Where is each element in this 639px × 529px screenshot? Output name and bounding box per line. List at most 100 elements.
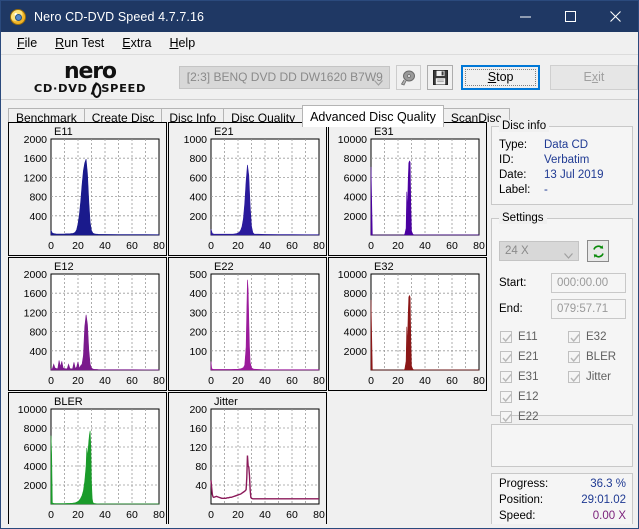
- disc-info-value-type: Data CD: [544, 139, 589, 151]
- disc-info-value-date: 13 Jul 2019: [544, 169, 604, 181]
- checkbox-bler-label: BLER: [586, 351, 617, 363]
- svg-text:0: 0: [368, 240, 374, 252]
- svg-text:6000: 6000: [344, 172, 368, 184]
- settings-group: Settings 24 X Start: 000:00.00 End: 079:…: [491, 212, 633, 423]
- settings-legend: Settings: [499, 212, 547, 224]
- close-icon[interactable]: [593, 1, 638, 32]
- checkmark-icon: [568, 331, 580, 343]
- svg-text:60: 60: [126, 240, 138, 252]
- menu-item-extra[interactable]: Extra: [113, 33, 160, 53]
- nero-disc-icon: [10, 8, 26, 25]
- svg-text:1600: 1600: [24, 288, 48, 300]
- start-label: Start:: [499, 277, 527, 289]
- disc-info-legend: Disc info: [499, 120, 550, 132]
- svg-text:40: 40: [259, 509, 271, 521]
- svg-text:80: 80: [313, 509, 325, 521]
- svg-text:1000: 1000: [184, 134, 208, 146]
- svg-text:400: 400: [29, 346, 47, 358]
- chart-e21[interactable]: 200 400 600 800 1000 0 20 40 60 80 E21: [168, 122, 327, 256]
- chart-e11[interactable]: 400 800 1200 1600 2000 0 20 40 60 80 E11: [8, 122, 167, 256]
- svg-text:1200: 1200: [24, 307, 48, 319]
- svg-text:10000: 10000: [338, 134, 367, 146]
- svg-text:20: 20: [392, 240, 404, 252]
- focus-outline: [465, 68, 536, 86]
- svg-text:60: 60: [446, 375, 458, 387]
- svg-text:80: 80: [153, 509, 165, 521]
- svg-text:40: 40: [99, 509, 111, 521]
- svg-text:8000: 8000: [24, 423, 48, 435]
- tab-advanced-disc-quality[interactable]: Advanced Disc Quality: [302, 105, 444, 127]
- checkbox-e32[interactable]: E32: [568, 331, 606, 343]
- chart-e22[interactable]: 100 200 300 400 500 0 20 40 60 80 E22: [168, 257, 327, 391]
- checkbox-jitter[interactable]: Jitter: [568, 371, 611, 383]
- disc-info-row-type: Type: Data CD: [492, 138, 632, 153]
- disc-info-value-id: Verbatim: [544, 154, 590, 166]
- end-input[interactable]: 079:57.71: [551, 299, 626, 319]
- stop-button[interactable]: Stop: [461, 64, 540, 90]
- progress-row: Progress: 36.3 %: [492, 476, 632, 492]
- menu-extra-rest: xtra: [130, 36, 152, 50]
- svg-text:60: 60: [126, 509, 138, 521]
- svg-text:4000: 4000: [24, 461, 48, 473]
- speed-select-value: 24 X: [505, 245, 529, 257]
- svg-text:8000: 8000: [344, 153, 368, 165]
- checkbox-e22[interactable]: E22: [500, 411, 538, 423]
- svg-text:40: 40: [195, 480, 207, 492]
- svg-text:20: 20: [72, 509, 84, 521]
- svg-text:300: 300: [189, 307, 207, 319]
- chart-jitter[interactable]: 40 80 120 160 200 0 20 40 60 80 Jitter: [168, 392, 327, 525]
- menu-item-file[interactable]: File: [8, 33, 46, 53]
- svg-text:100: 100: [189, 346, 207, 358]
- checkbox-bler[interactable]: BLER: [568, 351, 616, 363]
- svg-text:E22: E22: [214, 261, 234, 273]
- checkbox-e11[interactable]: E11: [500, 331, 538, 343]
- start-input[interactable]: 000:00.00: [551, 273, 626, 293]
- svg-text:E11: E11: [54, 126, 73, 138]
- floppy-save-icon[interactable]: [427, 64, 454, 90]
- svg-text:80: 80: [195, 461, 207, 473]
- minimize-icon[interactable]: [503, 1, 548, 32]
- svg-text:8000: 8000: [344, 288, 368, 300]
- checkmark-icon: [500, 411, 512, 423]
- logo-sub-left: CD·DVD: [33, 81, 88, 95]
- disc-tool-icon[interactable]: [395, 64, 422, 90]
- nero-logo: nero CD·DVD SPEED: [11, 60, 169, 98]
- svg-text:80: 80: [153, 240, 165, 252]
- svg-text:Jitter: Jitter: [214, 396, 238, 408]
- chart-bler[interactable]: 2000 4000 6000 8000 10000 0 20 40 60 80 BLER: [8, 392, 167, 525]
- maximize-icon[interactable]: [548, 1, 593, 32]
- menu-extra-label: E: [122, 36, 131, 50]
- svg-text:2000: 2000: [24, 480, 48, 492]
- checkbox-e12[interactable]: E12: [500, 391, 538, 403]
- svg-text:2000: 2000: [344, 346, 368, 358]
- menu-item-run-test[interactable]: Run Test: [46, 33, 113, 53]
- checkbox-e21[interactable]: E21: [500, 351, 538, 363]
- speed-select[interactable]: 24 X: [499, 241, 579, 261]
- speed-row: Speed: 0.00 X: [492, 508, 632, 524]
- refresh-icon[interactable]: [587, 240, 609, 262]
- svg-text:20: 20: [72, 375, 84, 387]
- toolbar: nero CD·DVD SPEED [2:3] BENQ DVD DD DW16…: [1, 55, 638, 100]
- svg-text:80: 80: [313, 240, 325, 252]
- disc-info-row-label: Label: -: [492, 183, 632, 198]
- checkbox-e21-label: E21: [518, 351, 539, 363]
- disc-info-row-id: ID: Verbatim: [492, 153, 632, 168]
- chart-e31[interactable]: 2000 4000 6000 8000 10000 0 20 40 60 80 E31: [328, 122, 487, 256]
- svg-text:80: 80: [313, 375, 325, 387]
- logo-subtitle: CD·DVD SPEED: [33, 81, 146, 98]
- menu-run-rest: un Test: [64, 36, 105, 50]
- svg-text:200: 200: [189, 327, 207, 339]
- chart-e12[interactable]: 400 800 1200 1600 2000 0 20 40 60 80 E12: [8, 257, 167, 391]
- svg-text:60: 60: [446, 240, 458, 252]
- checkmark-icon: [568, 371, 580, 383]
- checkbox-e31[interactable]: E31: [500, 371, 538, 383]
- drive-select[interactable]: [2:3] BENQ DVD DD DW1620 B7W9: [178, 65, 390, 89]
- svg-text:10000: 10000: [338, 269, 367, 281]
- svg-text:400: 400: [189, 288, 207, 300]
- svg-text:6000: 6000: [24, 442, 48, 454]
- chart-e32[interactable]: 2000 4000 6000 8000 10000 0 20 40 60 80 E32: [328, 257, 487, 391]
- svg-text:2000: 2000: [24, 134, 48, 146]
- disc-info-key-id: ID:: [499, 154, 514, 166]
- menu-item-help[interactable]: Help: [160, 33, 204, 53]
- svg-text:E21: E21: [214, 126, 234, 138]
